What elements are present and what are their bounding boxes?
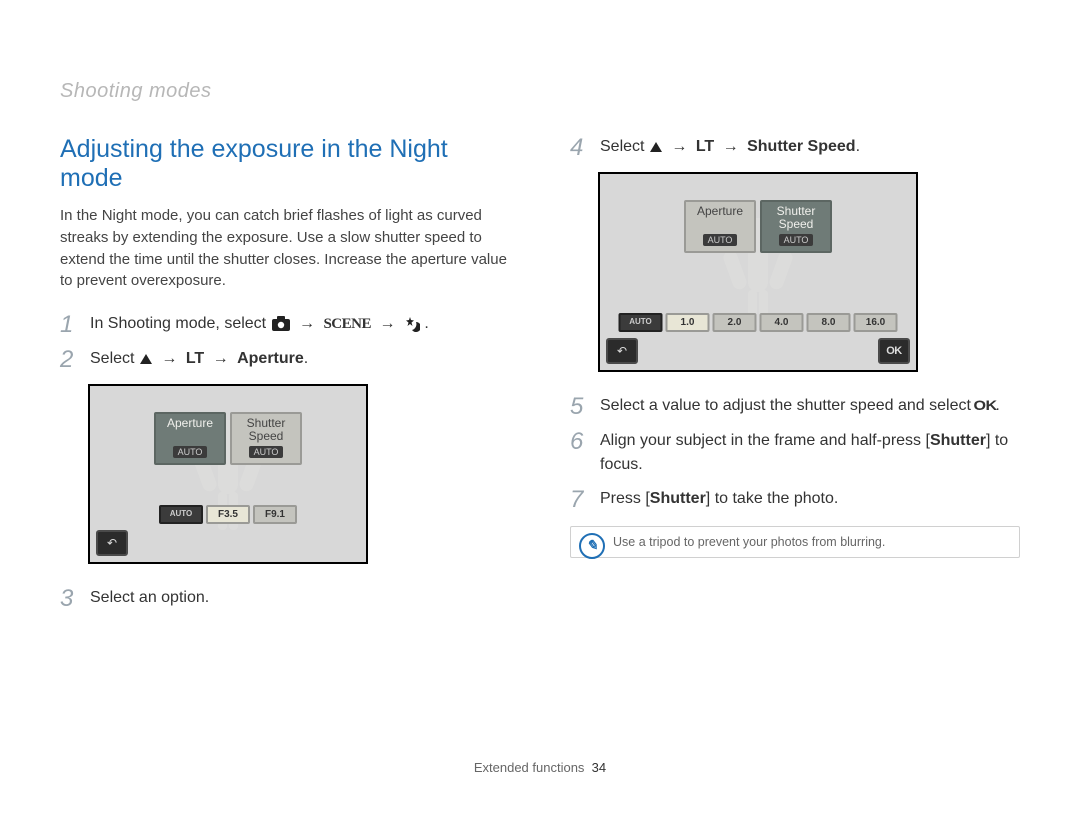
back-button[interactable]: ↶ — [96, 530, 128, 556]
section-title: Adjusting the exposure in the Night mode — [60, 135, 510, 193]
step-2-end: . — [304, 350, 308, 367]
up-icon — [649, 138, 663, 156]
step-1-end: . — [424, 315, 428, 332]
tab-shutter-label: Shutter Speed — [762, 205, 830, 231]
arrow-icon: → — [379, 312, 395, 336]
step-number: 3 — [60, 586, 80, 611]
ok-icon: OK — [974, 395, 997, 416]
arrow-icon: → — [299, 312, 315, 336]
auto-icon: AUTO — [703, 234, 737, 246]
ok-button[interactable]: OK — [878, 338, 910, 364]
value-auto[interactable]: AUTO — [619, 313, 663, 332]
step-2-pre: Select — [90, 350, 139, 367]
step-1-text: In Shooting mode, select — [90, 315, 271, 332]
step-7-post: ] to take the photo. — [706, 490, 839, 507]
step-number: 1 — [60, 312, 80, 337]
arrow-icon: → — [213, 347, 229, 371]
auto-icon: AUTO — [173, 446, 207, 458]
value-2-0[interactable]: 2.0 — [713, 313, 757, 332]
value-f9-1[interactable]: F9.1 — [253, 505, 297, 524]
intro-text: In the Night mode, you can catch brief f… — [60, 205, 510, 292]
step-number: 7 — [570, 487, 590, 512]
page-number: 34 — [592, 760, 606, 775]
step-4-end: . — [856, 138, 860, 155]
value-4-0[interactable]: 4.0 — [760, 313, 804, 332]
page-footer: Extended functions 34 — [0, 760, 1080, 775]
auto-icon: AUTO — [249, 446, 283, 458]
value-16-0[interactable]: 16.0 — [854, 313, 898, 332]
value-auto[interactable]: AUTO — [159, 505, 203, 524]
night-icon — [404, 315, 420, 333]
tab-shutter-speed[interactable]: Shutter Speed AUTO — [760, 200, 832, 253]
lt-icon: LT — [186, 350, 204, 367]
tab-aperture-label: Aperture — [686, 205, 754, 231]
tab-aperture-label: Aperture — [156, 417, 224, 443]
step-3: 3 Select an option. — [60, 586, 510, 611]
scene-icon: SCENE — [323, 315, 371, 333]
tab-aperture[interactable]: Aperture AUTO — [154, 412, 226, 465]
tab-shutter-label: Shutter Speed — [232, 417, 300, 443]
right-column: 4 Select → LT → Shutter Speed. Ap — [570, 135, 1020, 621]
step-1: 1 In Shooting mode, select → SCENE → . — [60, 312, 510, 337]
up-icon — [139, 350, 153, 368]
step-5: 5 Select a value to adjust the shutter s… — [570, 394, 1020, 419]
lt-icon: LT — [696, 138, 714, 155]
step-2: 2 Select → LT → Aperture. — [60, 347, 510, 372]
tab-aperture[interactable]: Aperture AUTO — [684, 200, 756, 253]
left-column: Adjusting the exposure in the Night mode… — [60, 135, 510, 621]
step-2-target: Aperture — [237, 350, 304, 367]
aperture-screenshot: Aperture AUTO Shutter Speed AUTO AUTO F3… — [88, 384, 368, 564]
tip-text: Use a tripod to prevent your photos from… — [613, 535, 885, 549]
auto-icon: AUTO — [779, 234, 813, 246]
step-number: 5 — [570, 394, 590, 419]
back-button[interactable]: ↶ — [606, 338, 638, 364]
step-4-pre: Select — [600, 138, 649, 155]
value-1-0[interactable]: 1.0 — [666, 313, 710, 332]
value-f3-5[interactable]: F3.5 — [206, 505, 250, 524]
tip-box: ✎ Use a tripod to prevent your photos fr… — [570, 526, 1020, 558]
shutter-speed-screenshot: Aperture AUTO Shutter Speed AUTO AUTO 1.… — [598, 172, 918, 372]
camera-icon — [271, 315, 291, 333]
step-7: 7 Press [Shutter] to take the photo. — [570, 487, 1020, 512]
tab-shutter-speed[interactable]: Shutter Speed AUTO — [230, 412, 302, 465]
breadcrumb: Shooting modes — [60, 80, 212, 103]
shutter-label: Shutter — [930, 432, 986, 449]
arrow-icon: → — [161, 347, 177, 371]
value-8-0[interactable]: 8.0 — [807, 313, 851, 332]
footer-section: Extended functions — [474, 760, 585, 775]
step-6: 6 Align your subject in the frame and ha… — [570, 429, 1020, 477]
shutter-label: Shutter — [650, 490, 706, 507]
step-3-text: Select an option. — [90, 586, 510, 610]
step-4-target: Shutter Speed — [747, 138, 855, 155]
step-number: 2 — [60, 347, 80, 372]
step-6-pre: Align your subject in the frame and half… — [600, 432, 930, 449]
step-5-text: Select a value to adjust the shutter spe… — [600, 397, 975, 414]
arrow-icon: → — [723, 135, 739, 159]
step-4: 4 Select → LT → Shutter Speed. — [570, 135, 1020, 160]
step-7-pre: Press [ — [600, 490, 650, 507]
step-number: 4 — [570, 135, 590, 160]
note-icon: ✎ — [579, 533, 605, 559]
arrow-icon: → — [671, 135, 687, 159]
step-number: 6 — [570, 429, 590, 454]
